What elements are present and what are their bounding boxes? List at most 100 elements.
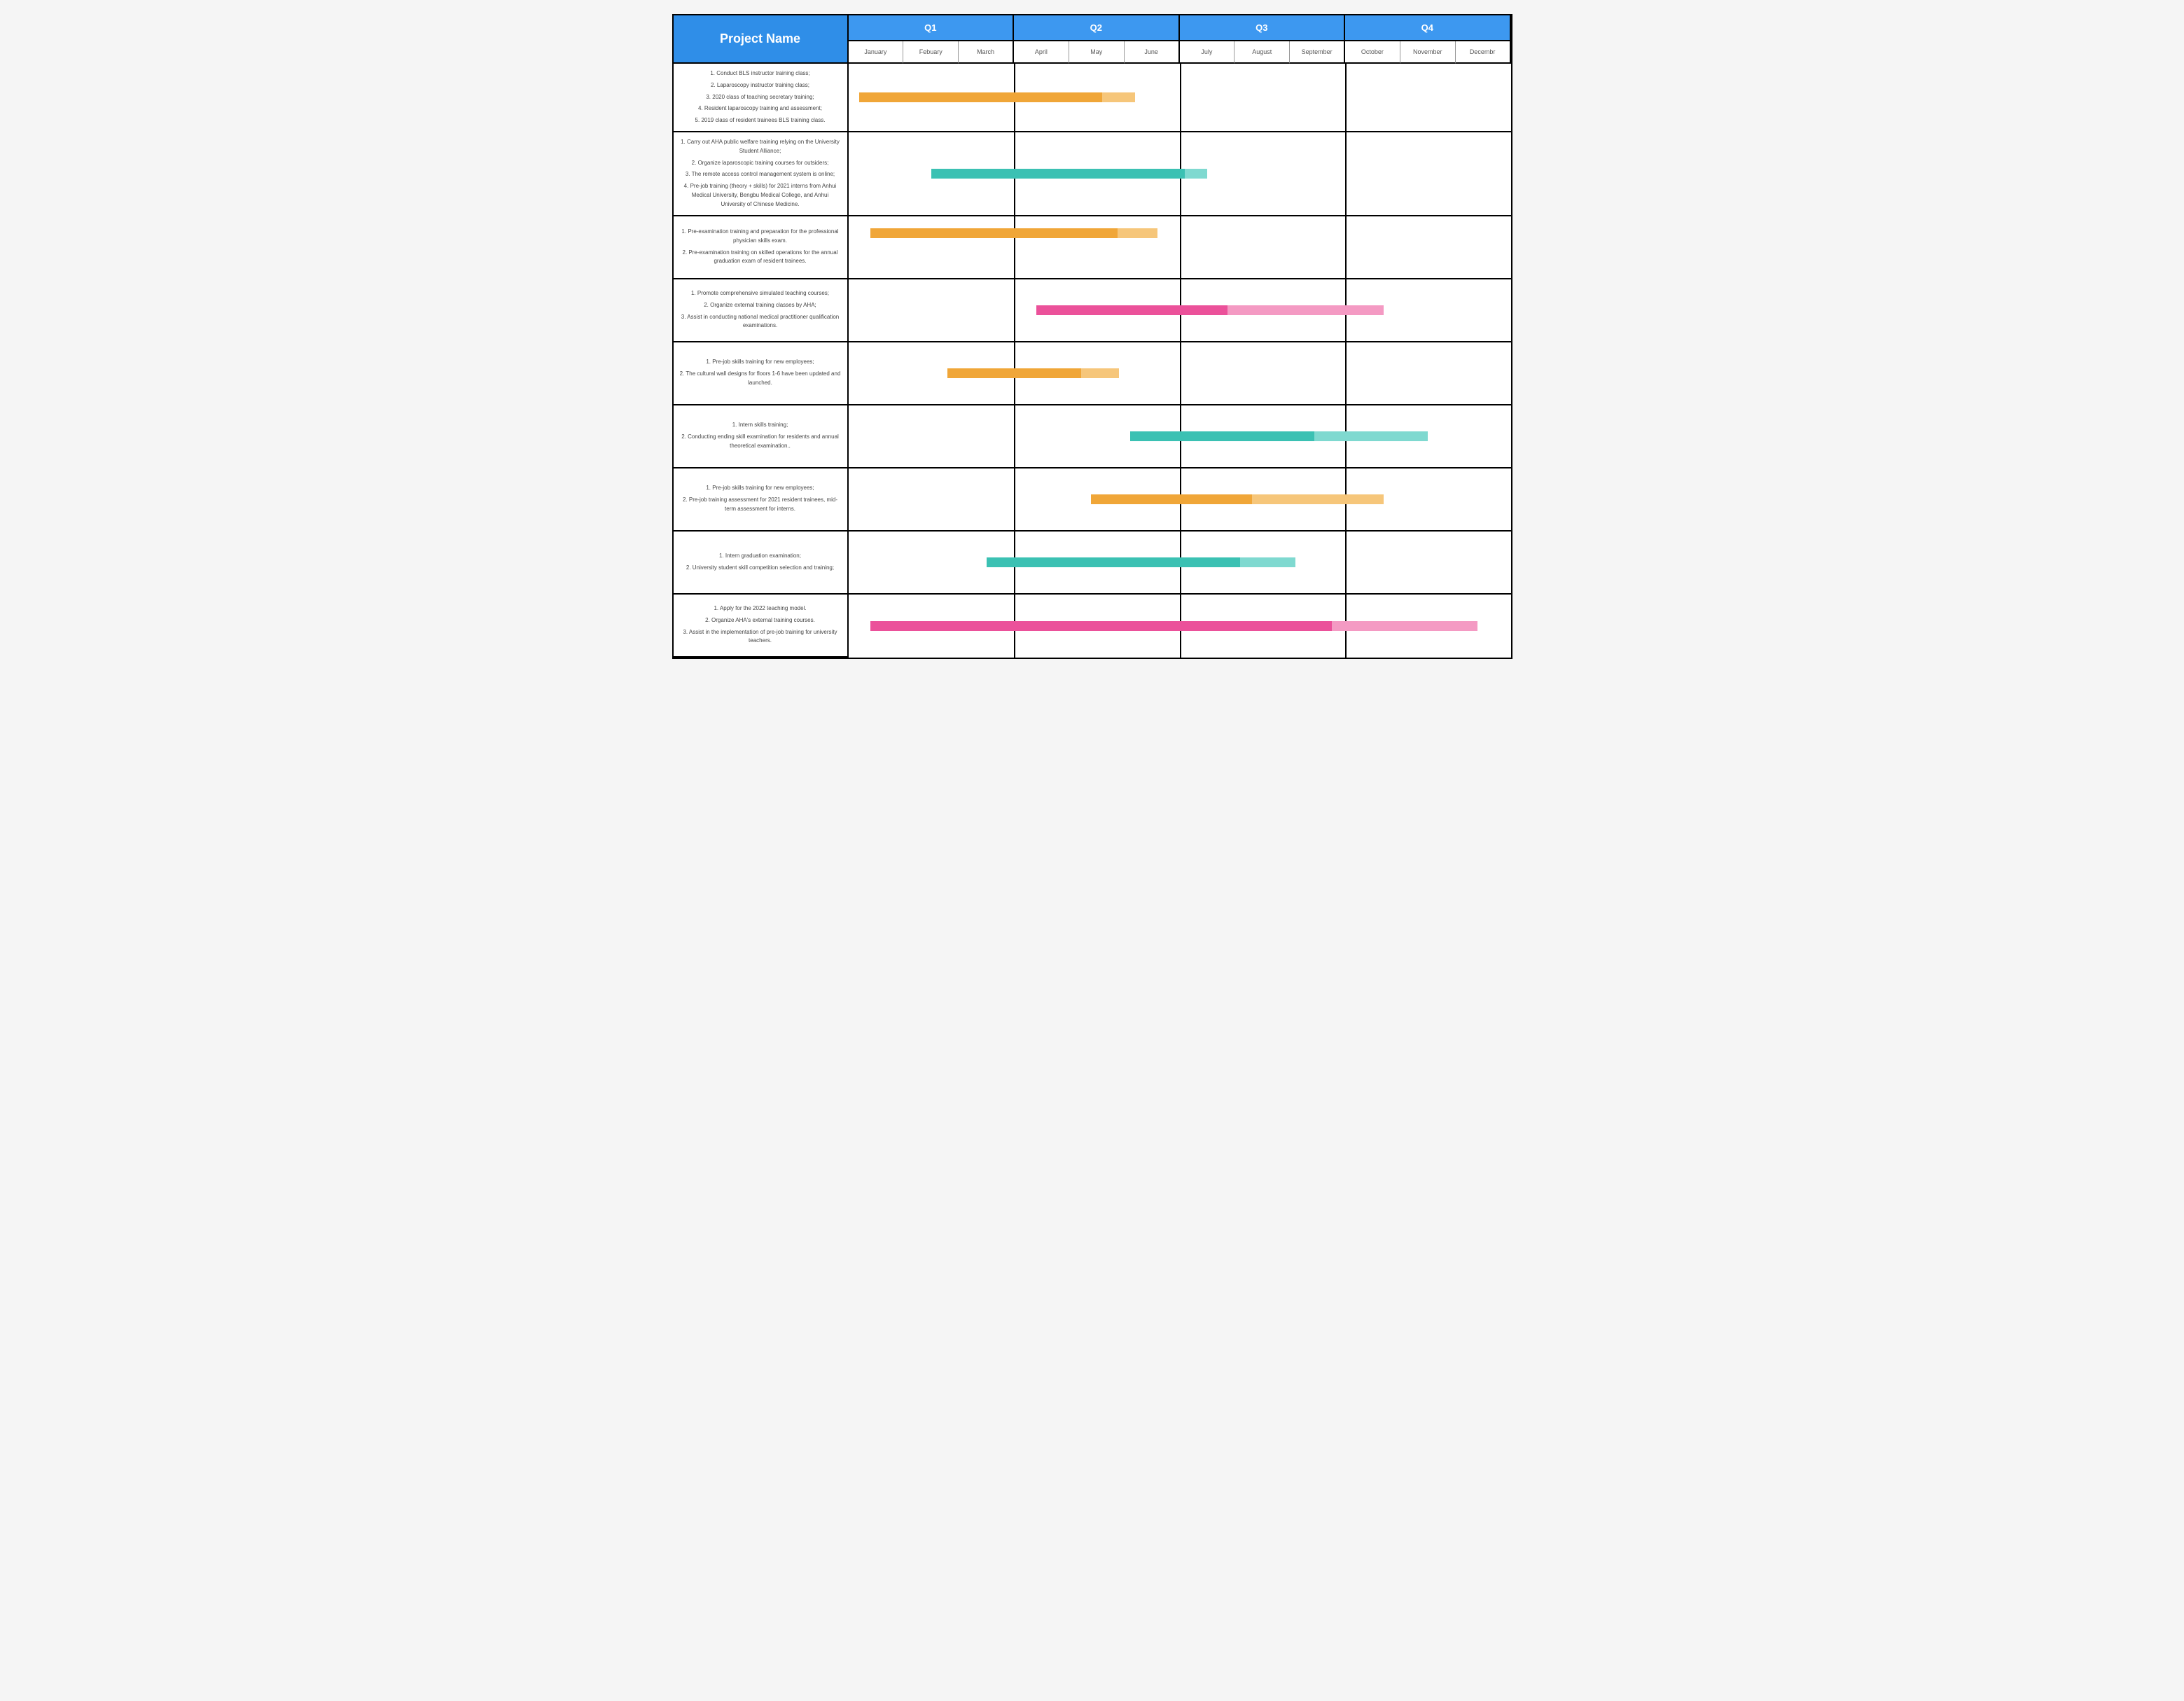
gantt-row-track bbox=[849, 132, 1511, 216]
task-line: 2. Pre-examination training on skilled o… bbox=[679, 249, 842, 267]
gantt-bar-remaining bbox=[1102, 92, 1135, 102]
quarter-header: Q4 bbox=[1345, 15, 1511, 41]
quarter-divider bbox=[1345, 342, 1347, 404]
task-line: 1. Intern graduation examination; bbox=[679, 552, 842, 561]
month-header: May bbox=[1069, 41, 1125, 64]
quarter-divider bbox=[1345, 216, 1347, 278]
gantt-row-track bbox=[849, 468, 1511, 532]
gantt-bar-progress bbox=[870, 621, 1332, 631]
quarter-divider bbox=[1345, 532, 1347, 593]
task-row-label: 1. Intern skills training; 2. Conducting … bbox=[674, 405, 849, 468]
gantt-bar bbox=[987, 557, 1295, 567]
task-row-label: 1. Pre-job skills training for new emplo… bbox=[674, 468, 849, 532]
gantt-bar-remaining bbox=[1332, 621, 1477, 631]
gantt-bar-remaining bbox=[1314, 431, 1428, 441]
task-line: 1. Pre-examination training and preparat… bbox=[679, 228, 842, 246]
task-line: 1. Promote comprehensive simulated teach… bbox=[679, 289, 842, 298]
month-header: March bbox=[959, 41, 1014, 64]
project-name-header: Project Name bbox=[674, 15, 849, 64]
gantt-bar bbox=[1130, 431, 1428, 441]
task-line: 2. Pre-job training assessment for 2021 … bbox=[679, 496, 842, 514]
gantt-row-track bbox=[849, 279, 1511, 342]
month-header: November bbox=[1400, 41, 1456, 64]
task-line: 1. Conduct BLS instructor training class… bbox=[679, 69, 842, 78]
gantt-row-track bbox=[849, 342, 1511, 405]
gantt-bar bbox=[931, 169, 1207, 179]
month-header: September bbox=[1290, 41, 1345, 64]
month-header: January bbox=[849, 41, 904, 64]
task-row-label: 1. Conduct BLS instructor training class… bbox=[674, 64, 849, 132]
gantt-bar bbox=[1091, 494, 1384, 504]
quarter-divider bbox=[1180, 216, 1181, 278]
task-line: 2. University student skill competition … bbox=[679, 564, 842, 573]
gantt-bar-remaining bbox=[1185, 169, 1207, 179]
task-line: 2. Organize external training classes by… bbox=[679, 301, 842, 310]
task-line: 3. Assist in the implementation of pre-j… bbox=[679, 628, 842, 646]
gantt-bar-remaining bbox=[1240, 557, 1295, 567]
month-header: Decembr bbox=[1456, 41, 1511, 64]
task-line: 1. Pre-job skills training for new emplo… bbox=[679, 358, 842, 367]
month-header: July bbox=[1180, 41, 1235, 64]
task-line: 3. 2020 class of teaching secretary trai… bbox=[679, 93, 842, 102]
gantt-row-track bbox=[849, 595, 1511, 658]
quarter-divider bbox=[1014, 468, 1015, 530]
quarter-header: Q2 bbox=[1014, 15, 1180, 41]
task-row-label: 1. Promote comprehensive simulated teach… bbox=[674, 279, 849, 342]
task-line: 4. Resident laparoscopy training and ass… bbox=[679, 104, 842, 113]
gantt-bar-progress bbox=[1036, 305, 1227, 315]
task-row-label: 1. Apply for the 2022 teaching model. 2. … bbox=[674, 595, 849, 658]
quarter-divider bbox=[1180, 342, 1181, 404]
task-line: 3. Assist in conducting national medical… bbox=[679, 313, 842, 331]
task-line: 2. The cultural wall designs for floors … bbox=[679, 370, 842, 388]
gantt-bar-progress bbox=[859, 92, 1102, 102]
task-line: 2. Organize AHA's external training cour… bbox=[679, 616, 842, 625]
gantt-bar bbox=[947, 368, 1118, 378]
month-header: Febuary bbox=[903, 41, 959, 64]
gantt-row-track bbox=[849, 216, 1511, 279]
gantt-row-track bbox=[849, 64, 1511, 132]
task-row-label: 1. Pre-examination training and preparat… bbox=[674, 216, 849, 279]
quarter-divider bbox=[1345, 132, 1347, 215]
gantt-bar-remaining bbox=[1118, 228, 1157, 238]
month-header: October bbox=[1345, 41, 1400, 64]
task-line: 1. Apply for the 2022 teaching model. bbox=[679, 604, 842, 613]
gantt-row-track bbox=[849, 405, 1511, 468]
task-line: 2. Organize laparoscopic training course… bbox=[679, 159, 842, 168]
quarter-divider bbox=[1014, 216, 1015, 278]
task-line: 4. Pre-job training (theory + skills) fo… bbox=[679, 182, 842, 209]
gantt-bar bbox=[859, 92, 1135, 102]
gantt-bar bbox=[870, 228, 1157, 238]
task-line: 1. Pre-job skills training for new emplo… bbox=[679, 484, 842, 493]
quarter-divider bbox=[1014, 279, 1015, 341]
task-row-label: 1. Pre-job skills training for new emplo… bbox=[674, 342, 849, 405]
gantt-bar bbox=[870, 621, 1477, 631]
quarter-divider bbox=[1345, 64, 1347, 131]
gantt-bar bbox=[1036, 305, 1384, 315]
gantt-bar-progress bbox=[947, 368, 1081, 378]
task-row-label: 1. Intern graduation examination; 2. Univ… bbox=[674, 532, 849, 595]
gantt-chart: Project NameQ1Q2Q3Q4JanuaryFebuaryMarchA… bbox=[672, 14, 1512, 659]
task-line: 1. Intern skills training; bbox=[679, 421, 842, 430]
gantt-row-track bbox=[849, 532, 1511, 595]
month-header: June bbox=[1125, 41, 1180, 64]
task-line: 2. Conducting ending skill examination f… bbox=[679, 433, 842, 451]
task-line: 1. Carry out AHA public welfare training… bbox=[679, 138, 842, 156]
task-line: 3. The remote access control management … bbox=[679, 170, 842, 179]
gantt-bar-remaining bbox=[1081, 368, 1119, 378]
task-row-label: 1. Carry out AHA public welfare training… bbox=[674, 132, 849, 216]
task-line: 5. 2019 class of resident trainees BLS t… bbox=[679, 116, 842, 125]
quarter-divider bbox=[1180, 64, 1181, 131]
gantt-bar-remaining bbox=[1252, 494, 1384, 504]
month-header: April bbox=[1014, 41, 1069, 64]
gantt-bar-progress bbox=[987, 557, 1240, 567]
quarter-header: Q1 bbox=[849, 15, 1015, 41]
gantt-bar-progress bbox=[1130, 431, 1315, 441]
quarter-divider bbox=[1014, 405, 1015, 467]
month-header: August bbox=[1234, 41, 1290, 64]
quarter-header: Q3 bbox=[1180, 15, 1346, 41]
gantt-bar-progress bbox=[870, 228, 1118, 238]
task-line: 2. Laparoscopy instructor training class… bbox=[679, 81, 842, 90]
gantt-bar-remaining bbox=[1227, 305, 1384, 315]
gantt-bar-progress bbox=[1091, 494, 1252, 504]
gantt-bar-progress bbox=[931, 169, 1185, 179]
